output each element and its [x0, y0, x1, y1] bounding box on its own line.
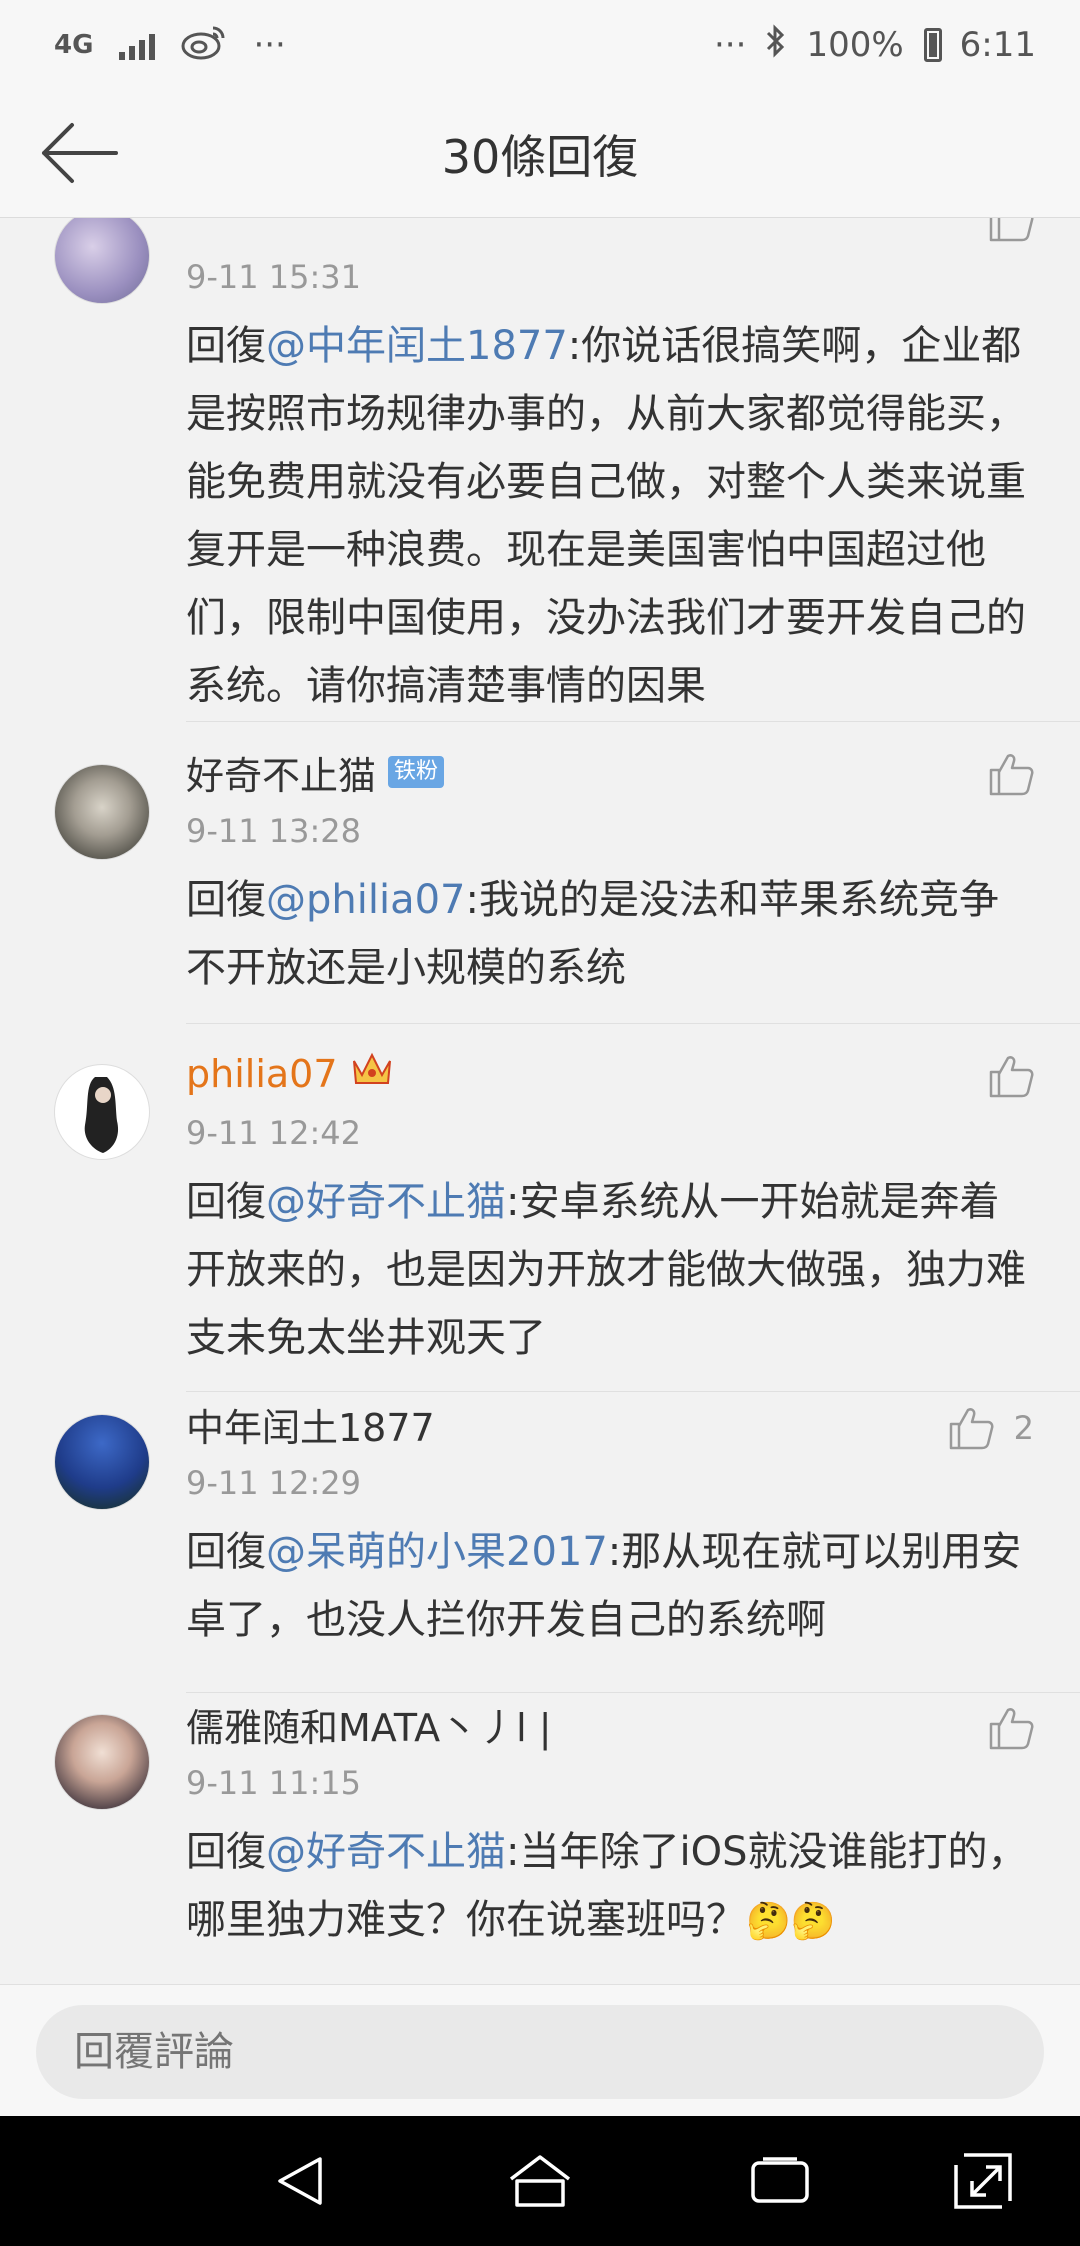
comment-body: 中年闰土1877 9-11 12:29 回復@呆萌的小果2017:那从现在就可以… — [186, 1394, 1030, 1654]
comment-text: 回復@中年闰土1877:你说话很搞笑啊，企业都是按照市场规律办事的，从前大家都觉… — [186, 312, 1030, 720]
reply-prefix: 回復 — [186, 1179, 266, 1225]
comment-body: 好奇不止猫 铁粉 9-11 13:28 回復@philia07:我说的是没法和苹… — [186, 742, 1030, 1002]
comment-header: philia07 — [186, 1044, 1030, 1104]
battery-icon — [923, 28, 942, 62]
status-left: 4G ··· — [54, 22, 286, 69]
divider — [186, 1391, 1080, 1392]
comment-body: philia07 9-11 12:42 回復@好奇不止猫:安卓系统从一开始就是奔… — [186, 1044, 1030, 1372]
signal-icon — [119, 30, 156, 60]
reply-prefix: 回復 — [186, 1829, 266, 1875]
divider — [186, 1023, 1080, 1024]
comment-content: :你说话很搞笑啊，企业都是按照市场规律办事的，从前大家都觉得能买，能免费用就没有… — [186, 323, 1026, 709]
avatar[interactable] — [54, 1714, 150, 1810]
weibo-icon — [181, 22, 227, 69]
expand-screen-icon — [954, 2153, 1012, 2209]
nav-recents-icon — [751, 2157, 809, 2203]
status-bar: 4G ··· ··· 100% 6:11 — [0, 0, 1080, 90]
mention-link[interactable]: @中年闰土1877 — [266, 323, 568, 369]
status-more-right: ··· — [714, 25, 747, 65]
avatar[interactable] — [54, 218, 150, 304]
back-arrow-icon — [42, 123, 118, 183]
comment-text: 回復@呆萌的小果2017:那从现在就可以别用安卓了，也没人拦你开发自己的系统啊 — [186, 1518, 1030, 1654]
comment-header: 儒雅随和MATA丶丿l | — [186, 1694, 1030, 1754]
fan-badge: 铁粉 — [388, 756, 445, 788]
status-more-left: ··· — [253, 25, 286, 65]
status-right: ··· 100% 6:11 — [714, 23, 1036, 68]
comment-time: 9-11 12:42 — [186, 1114, 362, 1152]
mention-link[interactable]: @好奇不止猫 — [266, 1829, 506, 1875]
comment-text: 回復@好奇不止猫:当年除了iOS就没谁能打的，哪里独力难支？你在说塞班吗？🤔🤔 — [186, 1818, 1030, 1956]
comment-author[interactable]: philia07 — [186, 1052, 338, 1096]
bluetooth-icon — [764, 23, 788, 68]
avatar-illustration — [84, 1077, 119, 1153]
comment-body: 9-11 15:31 回復@中年闰土1877:你说话很搞笑啊，企业都是按照市场规… — [186, 218, 1030, 720]
system-nav-bar — [0, 2116, 1080, 2246]
comment-author[interactable]: 好奇不止猫 — [186, 745, 376, 800]
nav-home-icon — [509, 2155, 571, 2207]
comment-header: 好奇不止猫 铁粉 — [186, 742, 1030, 802]
comment-text: 回復@好奇不止猫:安卓系统从一开始就是奔着开放来的，也是因为开放才能做大做强，独… — [186, 1168, 1030, 1372]
reply-bar — [0, 1984, 1080, 2116]
comment-body: 儒雅随和MATA丶丿l | 9-11 11:15 回復@好奇不止猫:当年除了iO… — [186, 1694, 1030, 1956]
reply-prefix: 回復 — [186, 1529, 266, 1575]
comment-header: 中年闰土1877 — [186, 1394, 1030, 1454]
comment-time: 9-11 13:28 — [186, 812, 362, 850]
avatar[interactable] — [54, 1064, 150, 1160]
divider — [186, 721, 1080, 722]
comment-list[interactable]: 9-11 15:31 回復@中年闰土1877:你说话很搞笑啊，企业都是按照市场规… — [0, 218, 1080, 1984]
comment-time: 9-11 11:15 — [186, 1764, 362, 1802]
reply-input[interactable] — [36, 2005, 1044, 2099]
comment-header — [186, 218, 1030, 248]
avatar[interactable] — [54, 1414, 150, 1510]
avatar[interactable] — [54, 764, 150, 860]
comment-text: 回復@philia07:我说的是没法和苹果系统竞争不开放还是小规模的系统 — [186, 866, 1030, 1002]
mention-link[interactable]: @philia07 — [266, 877, 466, 923]
comment-author[interactable]: 中年闰土1877 — [186, 1397, 435, 1452]
nav-recents-button[interactable] — [745, 2151, 815, 2211]
mention-link[interactable]: @呆萌的小果2017 — [266, 1529, 608, 1575]
back-button[interactable] — [40, 118, 120, 188]
comment-author[interactable]: 儒雅随和MATA丶丿l | — [186, 1697, 552, 1752]
clock: 6:11 — [959, 25, 1036, 65]
reply-prefix: 回復 — [186, 877, 266, 923]
page-title: 30條回復 — [441, 129, 639, 184]
nav-home-button[interactable] — [505, 2151, 575, 2211]
comment-time: 9-11 15:31 — [186, 258, 362, 296]
nav-expand-button[interactable] — [950, 2151, 1020, 2211]
thinking-emoji: 🤔🤔 — [746, 1901, 836, 1942]
crown-icon — [350, 1049, 394, 1099]
nav-back-icon — [278, 2157, 322, 2205]
mention-link[interactable]: @好奇不止猫 — [266, 1179, 506, 1225]
comment-time: 9-11 12:29 — [186, 1464, 362, 1502]
network-type: 4G — [54, 30, 94, 60]
reply-prefix: 回復 — [186, 323, 266, 369]
divider — [186, 1692, 1080, 1693]
header: 30條回復 — [0, 90, 1080, 218]
battery-percent: 100% — [806, 25, 904, 65]
nav-back-button[interactable] — [268, 2151, 338, 2211]
